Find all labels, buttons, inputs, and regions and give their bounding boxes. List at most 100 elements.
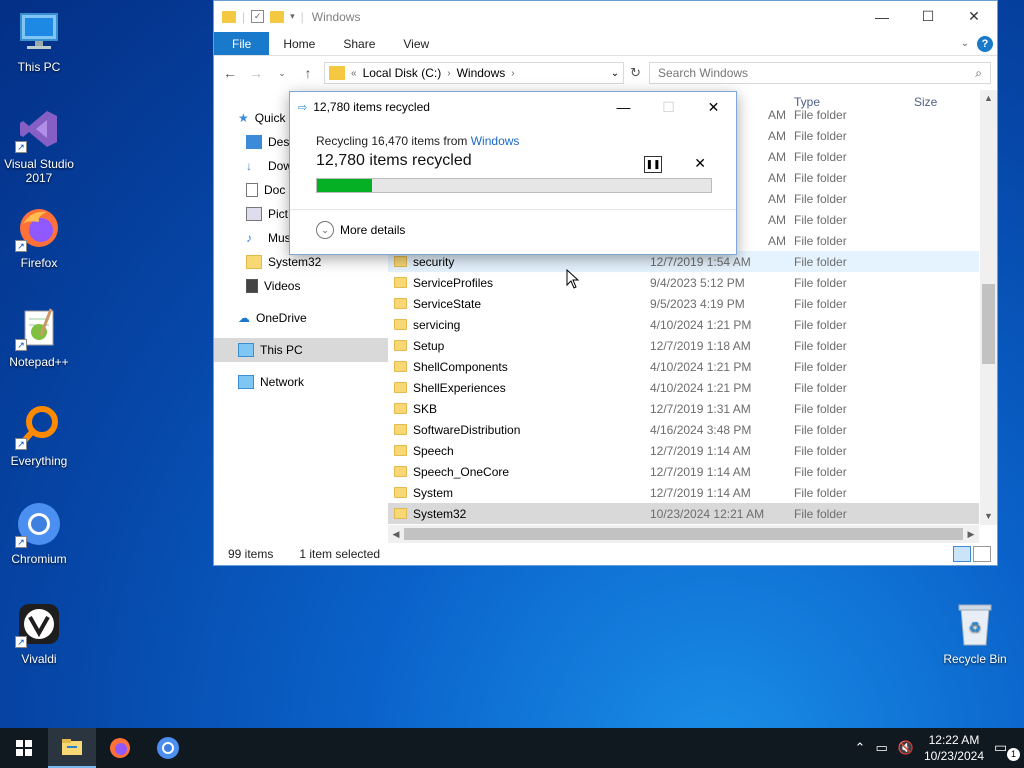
nav-onedrive[interactable]: ☁ OneDrive [214,306,388,330]
breadcrumb-overflow[interactable]: « [351,68,357,79]
table-row[interactable]: ShellExperiences 4/10/2024 1:21 PM File fo… [388,377,979,398]
qat-dropdown-icon[interactable]: ▾ [290,11,295,22]
desktop-icon-visual-studio[interactable]: ↗ Visual Studio 2017 [0,105,78,185]
visual-studio-icon: ↗ [15,105,63,153]
scroll-down-icon[interactable]: ▼ [980,508,997,525]
shortcut-arrow-icon: ↗ [15,438,27,450]
minimize-button[interactable]: — [859,1,905,32]
row-type: File folder [794,296,847,311]
cloud-icon: ☁ [238,311,250,325]
taskbar-file-explorer[interactable] [48,728,96,768]
close-button[interactable]: ✕ [691,92,736,122]
nav-this-pc[interactable]: This PC [214,338,388,362]
search-input[interactable]: Search Windows ⌕ [649,62,991,84]
table-row[interactable]: SoftwareDistribution 4/16/2024 3:48 PM Fil… [388,419,979,440]
pictures-icon [246,207,262,221]
details-view-icon[interactable] [953,546,971,562]
table-row[interactable]: SKB 12/7/2019 1:31 AM File folder [388,398,979,419]
address-dropdown-icon[interactable]: ⌄ [611,68,619,79]
row-name: ShellExperiences [413,380,506,395]
tab-file[interactable]: File [214,32,270,55]
breadcrumb-chevron-icon[interactable]: › [447,68,450,79]
scroll-up-icon[interactable]: ▲ [980,90,997,107]
pause-button[interactable]: ❚❚ [644,156,662,173]
vertical-scrollbar[interactable]: ▲ ▼ [980,90,997,525]
folder-icon [394,466,407,477]
horizontal-scrollbar[interactable]: ◀ ▶ [388,525,979,543]
clock[interactable]: 12:22 AM 10/23/2024 [924,732,984,764]
scrollbar-thumb[interactable] [982,284,995,364]
table-row[interactable]: servicing 4/10/2024 1:21 PM File folder [388,314,979,335]
row-name: ServiceState [413,296,482,311]
scroll-right-icon[interactable]: ▶ [963,525,979,543]
close-button[interactable]: ✕ [951,1,997,32]
breadcrumb-chevron-icon[interactable]: › [511,68,514,79]
back-arrow-icon[interactable]: ← [220,65,240,81]
breadcrumb-local-disk[interactable]: Local Disk (C:) [363,66,442,80]
desktop-icon-this-pc[interactable]: This PC [0,8,78,74]
cancel-x-icon[interactable]: ✕ [694,155,706,172]
source-folder-link[interactable]: Windows [471,134,520,148]
tab-share[interactable]: Share [329,32,389,55]
ribbon-expand-icon[interactable]: ⌄ [961,38,969,49]
folder-icon [394,340,407,351]
table-row[interactable]: Setup 12/7/2019 1:18 AM File folder [388,335,979,356]
more-details-label: More details [340,223,406,237]
nav-label: Doc [264,183,286,197]
notepad-plus-plus-icon: ↗ [15,303,63,351]
table-row[interactable]: System32 10/23/2024 12:21 AM File folder [388,503,979,524]
nav-videos[interactable]: Videos [214,274,388,298]
large-icons-view-icon[interactable] [973,546,991,562]
address-bar[interactable]: « Local Disk (C:) › Windows › ⌄ [324,62,625,84]
refresh-icon[interactable]: ↻ [630,65,641,81]
desktop-icon-recycle-bin[interactable]: ♻ Recycle Bin [936,600,1014,666]
nav-network[interactable]: Network [214,370,388,394]
desktop-icon-notepadpp[interactable]: ↗ Notepad++ [0,303,78,369]
properties-icon[interactable]: ✓ [251,10,265,23]
row-date: 12/7/2019 1:14 AM [650,464,751,479]
table-row[interactable]: Speech_OneCore 12/7/2019 1:14 AM File fold… [388,461,979,482]
scroll-left-icon[interactable]: ◀ [388,525,404,543]
shortcut-arrow-icon: ↗ [15,339,27,351]
row-name: System [413,485,454,500]
file-explorer-window[interactable]: | ✓ ▾ | Windows — ☐ ✕ File Home Share Vi… [213,0,998,566]
table-row[interactable]: System 12/7/2019 1:14 AM File folder [388,482,979,503]
breadcrumb-windows[interactable]: Windows [457,66,506,80]
volume-muted-icon[interactable]: 🔇 [898,740,914,756]
help-icon[interactable]: ? [977,35,993,52]
folder-icon [329,66,345,80]
scrollbar-thumb[interactable] [404,528,963,540]
forward-arrow-icon[interactable]: → [246,65,266,81]
start-button[interactable] [0,728,48,768]
minimize-button[interactable]: — [601,92,646,122]
action-center-icon[interactable]: ▭ 1 [994,739,1020,761]
table-row[interactable]: ServiceState 9/5/2023 4:19 PM File folder [388,293,979,314]
table-row[interactable]: ShellComponents 4/10/2024 1:21 PM File fol… [388,356,979,377]
maximize-button[interactable]: ☐ [905,1,951,32]
chevron-up-icon[interactable]: ⌃ [855,740,866,756]
new-folder-icon[interactable] [270,10,285,23]
table-row[interactable]: ServiceProfiles 9/4/2023 5:12 PM File fold… [388,272,979,293]
taskbar-firefox[interactable] [96,728,144,768]
row-type: File folder [794,191,847,206]
up-arrow-icon[interactable]: ↑ [298,65,318,81]
window-titlebar[interactable]: | ✓ ▾ | Windows — ☐ ✕ [214,1,997,32]
everything-search-icon: ↗ [15,402,63,450]
desktop-icon-firefox[interactable]: ↗ Firefox [0,204,78,270]
folder-icon [394,508,407,519]
row-name: servicing [413,317,461,332]
table-row[interactable]: Speech 12/7/2019 1:14 AM File folder [388,440,979,461]
tab-home[interactable]: Home [269,32,329,55]
tab-view[interactable]: View [389,32,443,55]
network-status-icon[interactable]: ▭ [875,740,887,756]
file-explorer-icon [62,739,82,755]
more-details-toggle[interactable]: ⌄ More details [290,210,736,250]
row-date: 9/5/2023 4:19 PM [650,296,745,311]
taskbar-chromium[interactable] [144,728,192,768]
desktop-icon-vivaldi[interactable]: ↗ Vivaldi [0,600,78,666]
desktop-icon-chromium[interactable]: ↗ Chromium [0,500,78,566]
recycle-progress-dialog[interactable]: ⇨ 12,780 items recycled — ☐ ✕ Recycling … [289,91,737,255]
desktop-icon-everything[interactable]: ↗ Everything [0,402,78,468]
dialog-titlebar[interactable]: ⇨ 12,780 items recycled — ☐ ✕ [290,92,736,122]
recent-locations-icon[interactable]: ⌄ [272,68,292,79]
